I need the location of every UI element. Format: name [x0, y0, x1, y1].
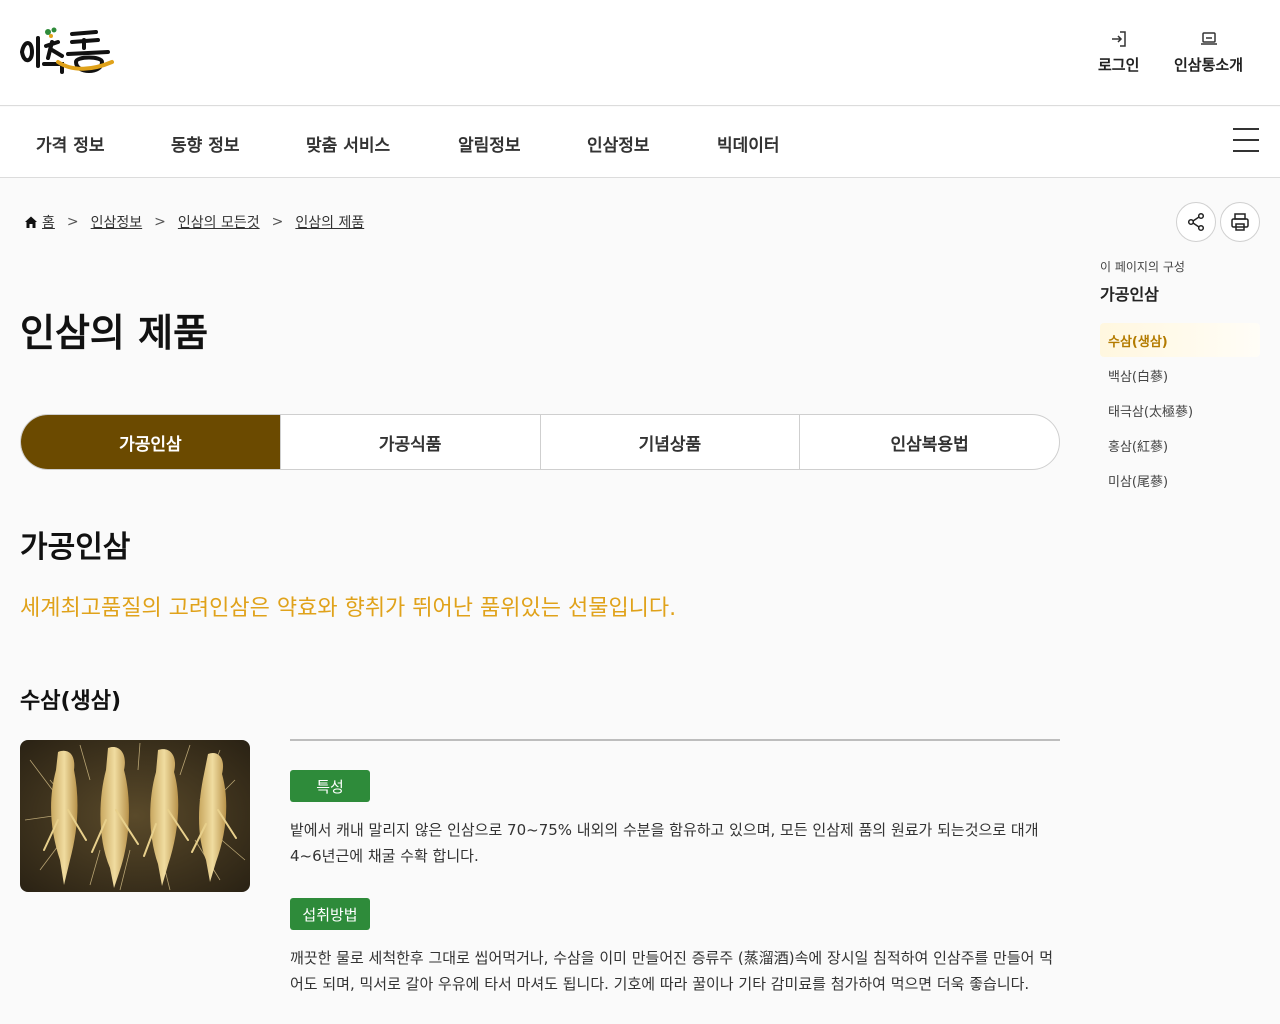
breadcrumb: 홈 > 인삼정보 > 인삼의 모든것 > 인삼의 제품	[24, 212, 364, 232]
site-header: 로그인 인삼통소개	[0, 0, 1280, 106]
chevron-right-icon: >	[271, 214, 284, 230]
laptop-icon	[1200, 32, 1217, 45]
intake-method-text: 깨끗한 물로 세척한후 그대로 씹어먹거나, 수삼을 이미 만들어진 증류주 (…	[290, 949, 1054, 993]
toc-list: 수삼(생삼) 백삼(白蔘) 태극삼(太極蔘) 홍삼(紅蔘) 미삼(尾蔘)	[1100, 323, 1260, 497]
print-icon	[1231, 213, 1249, 231]
nav-big-data[interactable]: 빅데이터	[717, 131, 780, 156]
toc-label: 이 페이지의 구성	[1100, 260, 1185, 274]
login-button[interactable]: 로그인	[1098, 30, 1139, 75]
nav-notice-info[interactable]: 알림정보	[458, 131, 521, 156]
toc-item-fresh-ginseng[interactable]: 수삼(생삼)	[1100, 323, 1260, 357]
intro-label: 인삼통소개	[1174, 56, 1244, 74]
page-toc: 이 페이지의 구성 가공인삼 수삼(생삼) 백삼(白蔘) 태극삼(太極蔘) 홍삼…	[1100, 258, 1260, 498]
breadcrumb-ginseng-products[interactable]: 인삼의 제품	[295, 212, 364, 232]
chevron-right-icon: >	[154, 214, 166, 230]
menu-icon[interactable]	[1233, 128, 1259, 152]
toc-item-taeguk-ginseng[interactable]: 태극삼(太極蔘)	[1100, 393, 1260, 427]
main-navigation: 가격 정보 동향 정보 맞춤 서비스 알림정보 인삼정보 빅데이터	[0, 107, 1280, 178]
page-title: 인삼의 제품	[20, 311, 209, 355]
site-logo[interactable]	[18, 22, 114, 82]
toc-item-ginseng-roots[interactable]: 미삼(尾蔘)	[1100, 463, 1260, 497]
fresh-ginseng-photo	[20, 740, 250, 892]
section-title: 가공인삼	[20, 530, 131, 565]
login-icon	[1111, 31, 1126, 47]
intro-button[interactable]: 인삼통소개	[1174, 30, 1243, 75]
login-label: 로그인	[1098, 56, 1140, 74]
breadcrumb-home[interactable]: 홈	[42, 212, 55, 232]
share-icon	[1187, 212, 1205, 232]
nav-price-info[interactable]: 가격 정보	[36, 131, 104, 156]
tab-souvenirs[interactable]: 기념상품	[539, 415, 800, 469]
nav-trend-info[interactable]: 동향 정보	[171, 131, 239, 156]
breadcrumb-all-about-ginseng[interactable]: 인삼의 모든것	[178, 212, 260, 232]
nav-custom-service[interactable]: 맞춤 서비스	[306, 131, 390, 156]
breadcrumb-ginseng-info[interactable]: 인삼정보	[91, 212, 143, 232]
tab-processed-food[interactable]: 가공식품	[279, 415, 540, 469]
home-icon	[25, 216, 37, 228]
intake-method-badge: 섭취방법	[290, 898, 370, 930]
content-divider	[290, 739, 1060, 741]
nav-ginseng-info[interactable]: 인삼정보	[587, 131, 650, 156]
chevron-right-icon: >	[66, 214, 79, 230]
tab-processed-ginseng[interactable]: 가공인삼	[21, 415, 280, 469]
characteristics-text: 밭에서 캐내 말리지 않은 인삼으로 70~75% 내외의 수분을 함유하고 있…	[290, 821, 1039, 865]
print-button[interactable]	[1220, 202, 1260, 242]
toc-item-red-ginseng[interactable]: 홍삼(紅蔘)	[1100, 428, 1260, 462]
tab-how-to-take[interactable]: 인삼복용법	[799, 415, 1059, 469]
product-tabs: 가공인삼 가공식품 기념상품 인삼복용법	[20, 414, 1060, 470]
product-title: 수삼(생삼)	[20, 689, 122, 714]
characteristics-badge: 특성	[290, 770, 370, 802]
share-button[interactable]	[1176, 202, 1216, 242]
toc-item-white-ginseng[interactable]: 백삼(白蔘)	[1100, 358, 1260, 392]
toc-heading: 가공인삼	[1100, 285, 1159, 304]
section-tagline: 세계최고품질의 고려인삼은 약효와 향취가 뛰어난 품위있는 선물입니다.	[20, 596, 677, 621]
